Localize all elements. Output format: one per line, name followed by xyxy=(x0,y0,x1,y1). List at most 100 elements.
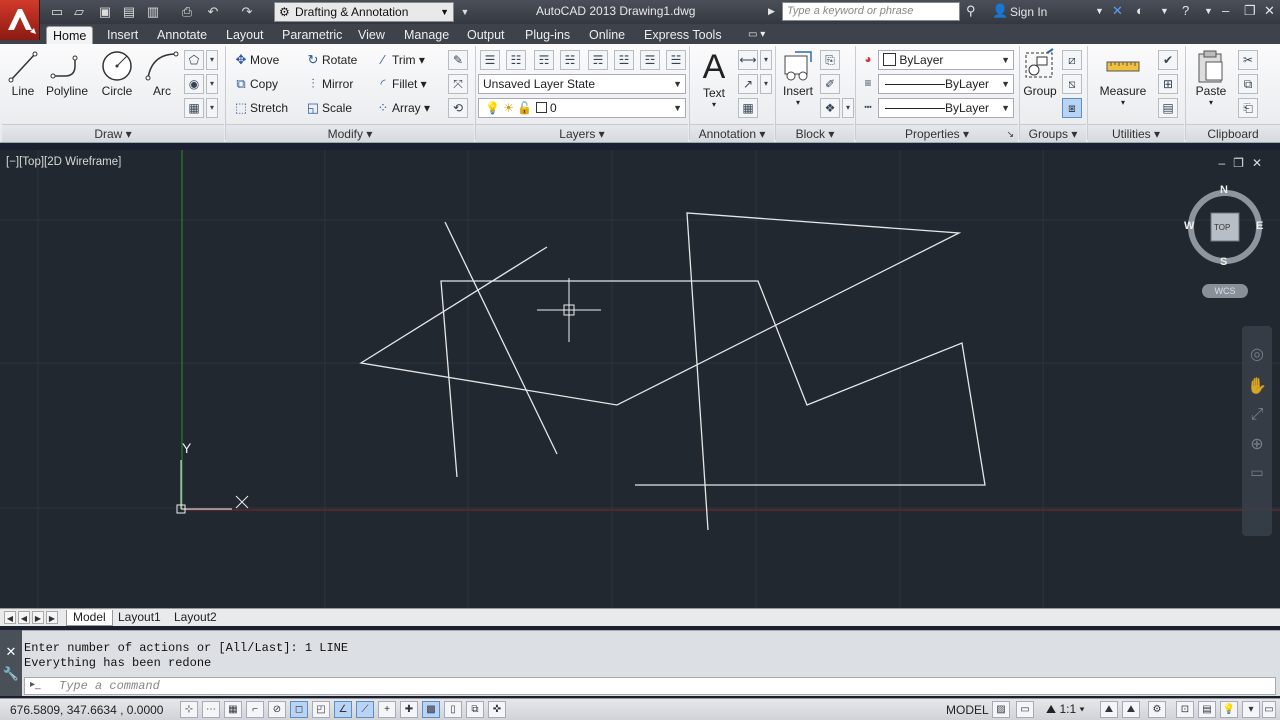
ungroup-icon[interactable]: ⧄ xyxy=(1062,50,1082,70)
hatch-dropdown-icon[interactable]: ▾ xyxy=(206,98,218,118)
annotation-panel-title[interactable]: Annotation ▾ xyxy=(690,124,774,142)
polar-tracking-icon[interactable]: ⊘ xyxy=(268,701,286,718)
tab-parametric[interactable]: Parametric xyxy=(276,26,348,44)
steering-wheel-icon[interactable]: ◎ xyxy=(1242,344,1272,364)
copy-button[interactable]: ⧉ Copy xyxy=(232,74,278,94)
compass-west[interactable]: W xyxy=(1184,220,1194,232)
viewport-controls-label[interactable]: [−][Top][2D Wireframe] xyxy=(6,156,121,168)
layer-off-icon[interactable]: ☴ xyxy=(588,50,608,70)
dimension-icon[interactable]: ⟷ xyxy=(738,50,758,70)
polygon-dropdown-icon[interactable]: ▾ xyxy=(206,50,218,70)
prev-tab-icon[interactable]: ◀ xyxy=(18,611,30,624)
hardware-acceleration-icon[interactable]: ▤ xyxy=(1198,701,1216,718)
select-all-icon[interactable]: ⊞ xyxy=(1158,74,1178,94)
search-input[interactable]: Type a keyword or phrase xyxy=(782,2,960,21)
drawn-lines[interactable] xyxy=(359,212,986,531)
layer-state-dropdown[interactable]: Unsaved Layer State ▼ xyxy=(478,74,686,94)
array-button[interactable]: ⁘ Array ▾ xyxy=(374,98,430,118)
drawing-canvas[interactable]: Y xyxy=(0,150,1280,608)
application-menu-button[interactable] xyxy=(0,0,40,40)
line-button[interactable]: Line xyxy=(6,48,40,98)
stretch-button[interactable]: ⬚ Stretch xyxy=(232,98,288,118)
tab-model[interactable]: Model xyxy=(66,610,113,626)
compass-east[interactable]: E xyxy=(1256,220,1263,232)
mirror-button[interactable]: ⫶ Mirror xyxy=(304,74,353,94)
drawn-polyline[interactable] xyxy=(359,212,962,531)
wcs-menu[interactable]: WCS xyxy=(1202,284,1248,298)
layer-properties-icon[interactable]: ☰ xyxy=(480,50,500,70)
table-icon[interactable]: ▦ xyxy=(738,98,758,118)
plot-preview-icon[interactable]: ▥ xyxy=(144,3,162,21)
group-edit-icon[interactable]: ⧅ xyxy=(1062,74,1082,94)
drawn-line[interactable] xyxy=(444,221,558,455)
quick-properties-icon[interactable]: ▯ xyxy=(444,701,462,718)
erase-icon[interactable]: ✎ xyxy=(448,50,468,70)
help-icon[interactable]: ? xyxy=(1182,3,1189,18)
tab-view[interactable]: View xyxy=(352,26,391,44)
navigation-bar[interactable]: ◎ ✋ ⤢ ⊕ ▭ xyxy=(1242,326,1272,536)
ellipse-dropdown-icon[interactable]: ▾ xyxy=(206,74,218,94)
workspace-dropdown[interactable]: ⚙ Drafting & Annotation ▼ xyxy=(274,2,454,22)
quick-view-drawings-icon[interactable]: ▭ xyxy=(1016,701,1034,718)
object-snap-tracking-icon[interactable]: ∠ xyxy=(334,701,352,718)
3d-object-snap-icon[interactable]: ◰ xyxy=(312,701,330,718)
command-prompt-icon[interactable]: ▸_ xyxy=(30,679,41,690)
minimize-icon[interactable]: – xyxy=(1218,156,1233,170)
binoculars-icon[interactable]: ⚲ xyxy=(966,3,976,19)
minimize-icon[interactable]: – xyxy=(1222,3,1229,18)
showmotion-icon[interactable]: ▭ xyxy=(1242,464,1272,481)
block-panel-title[interactable]: Block ▾ xyxy=(776,124,854,142)
edit-attributes-icon[interactable]: ❖ xyxy=(820,98,840,118)
hatch-icon[interactable]: ▦ xyxy=(184,98,204,118)
exchange-icon[interactable]: ✕ xyxy=(1112,3,1123,19)
lineweight-toggle-icon[interactable]: ✚ xyxy=(400,701,418,718)
tab-home[interactable]: Home xyxy=(46,26,94,44)
circle-button[interactable]: Circle xyxy=(98,48,136,98)
color-wheel-icon[interactable]: ◕ xyxy=(858,50,878,70)
tab-insert[interactable]: Insert xyxy=(101,26,144,44)
expand-arrow-icon[interactable]: ▶ xyxy=(768,6,775,17)
arc-button[interactable]: Arc xyxy=(144,48,180,98)
move-button[interactable]: ✥ Move xyxy=(232,50,280,70)
viewcube-top-face[interactable]: TOP xyxy=(1214,223,1230,232)
calculator-icon[interactable]: ▤ xyxy=(1158,98,1178,118)
paste-button[interactable]: Paste ▾ xyxy=(1192,48,1230,107)
scale-button[interactable]: ◱ Scale xyxy=(304,98,352,118)
leader-dropdown-icon[interactable]: ▾ xyxy=(760,74,772,94)
compass-north[interactable]: N xyxy=(1220,184,1228,196)
transparency-icon[interactable]: ▩ xyxy=(422,701,440,718)
tab-layout2[interactable]: Layout2 xyxy=(168,610,223,626)
redo-icon[interactable]: ↷ xyxy=(238,3,256,21)
layer-dropdown[interactable]: 💡 ☀ 🔓 0 ▼ xyxy=(478,98,686,118)
polygon-icon[interactable]: ⬠ xyxy=(184,50,204,70)
more-icon[interactable]: ▼ xyxy=(1160,6,1169,16)
copy-with-base-icon[interactable]: ⎗ xyxy=(1238,98,1258,118)
object-snap-icon[interactable]: ◻ xyxy=(290,701,308,718)
compass-south[interactable]: S xyxy=(1220,256,1227,268)
close-icon[interactable]: ✕ xyxy=(1252,156,1270,170)
first-tab-icon[interactable]: ◀ xyxy=(4,611,16,624)
modify-panel-title[interactable]: Modify ▾ xyxy=(226,124,474,142)
ortho-mode-icon[interactable]: ⌐ xyxy=(246,701,264,718)
offset-icon[interactable]: ⟲ xyxy=(448,98,468,118)
close-icon[interactable]: ✕ xyxy=(0,644,22,660)
leader-icon[interactable]: ↗ xyxy=(738,74,758,94)
dynamic-ucs-icon[interactable]: ⟋ xyxy=(356,701,374,718)
annotation-scale[interactable]: ⛰ 1:1 ▾ xyxy=(1046,702,1085,717)
layers-panel-title[interactable]: Layers ▾ xyxy=(476,124,688,142)
layer-walk-icon[interactable]: ☱ xyxy=(666,50,686,70)
layer-match-icon[interactable]: ☳ xyxy=(614,50,634,70)
tab-plugins[interactable]: Plug-ins xyxy=(519,26,576,44)
pan-icon[interactable]: ✋ xyxy=(1242,376,1272,396)
infer-constraints-icon[interactable]: ⊹ xyxy=(180,701,198,718)
tab-online[interactable]: Online xyxy=(583,26,631,44)
command-input[interactable]: Type a command xyxy=(24,677,1276,695)
communication-icon[interactable]: ◐ xyxy=(1136,3,1144,18)
clipboard-panel-title[interactable]: Clipboard xyxy=(1186,124,1280,142)
save-as-icon[interactable]: ▤ xyxy=(120,3,138,21)
trim-button[interactable]: ⁄ Trim ▾ xyxy=(374,50,425,70)
layer-iso-icon[interactable]: ☶ xyxy=(534,50,554,70)
draw-panel-title[interactable]: Draw ▾ xyxy=(2,124,224,142)
drawing-area[interactable]: Y [−][Top][2D Wireframe] –❐✕ N S E W TOP… xyxy=(0,150,1280,608)
linetype-icon[interactable]: ┅ xyxy=(858,98,878,118)
